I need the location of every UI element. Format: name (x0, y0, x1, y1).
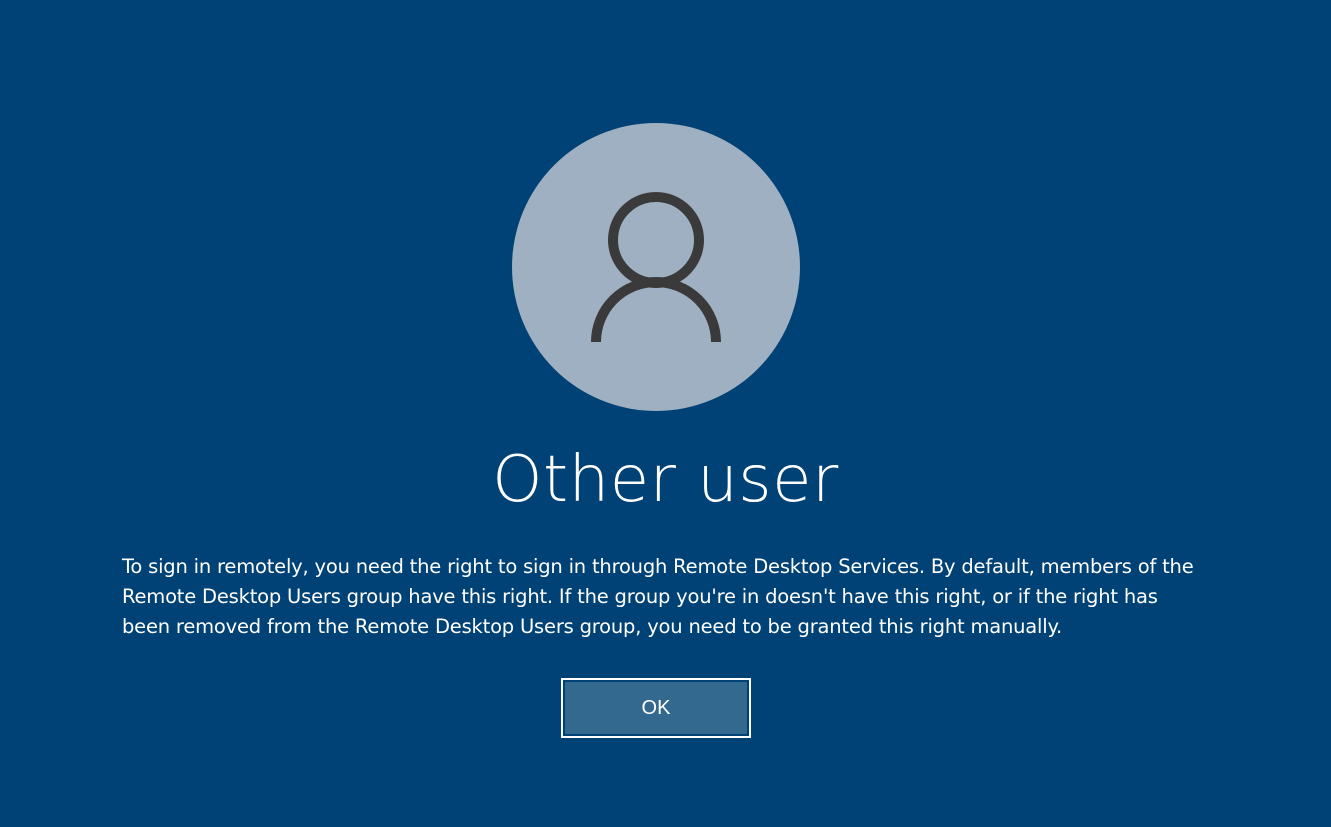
sign-in-screen: Other user To sign in remotely, you need… (0, 0, 1331, 827)
user-avatar (512, 123, 800, 411)
ok-button-label: OK (565, 682, 747, 734)
username-heading: Other user (492, 443, 839, 517)
error-message: To sign in remotely, you need the right … (122, 555, 1194, 638)
user-icon (591, 192, 721, 343)
ok-button[interactable]: OK (561, 678, 751, 738)
